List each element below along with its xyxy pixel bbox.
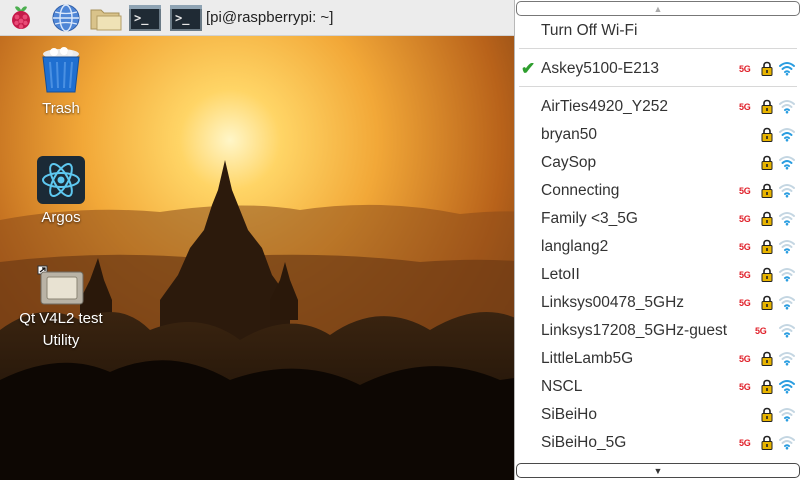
wifi-network-item[interactable]: CaySop <box>515 149 800 177</box>
network-name: NSCL <box>541 378 583 395</box>
wifi-network-item[interactable]: SiBeiHo <box>515 401 800 429</box>
wifi-network-connected[interactable]: ✔ Askey5100-E213 5G <box>515 55 800 83</box>
wifi-network-item[interactable]: Linksys00478_5GHz 5G <box>515 289 800 317</box>
terminal-window-icon: >_ <box>170 4 202 31</box>
lock-icon <box>761 183 773 201</box>
desktop-icon-qt-v4l2[interactable]: Qt V4L2 test Utility <box>6 264 116 352</box>
chevron-up-icon: ▲ <box>653 3 663 14</box>
desktop-icon-label: Argos <box>41 209 81 226</box>
file-manager-button[interactable] <box>88 2 124 33</box>
wifi-signal-weak-icon <box>779 435 795 453</box>
wifi-network-item[interactable]: Linksys17208_5GHz-guest 5G <box>515 317 800 345</box>
lock-icon <box>761 239 773 257</box>
wifi-network-item[interactable]: LittleLamb5G 5G <box>515 345 800 373</box>
wifi-signal-strong-icon <box>779 379 795 397</box>
lock-icon <box>761 435 773 453</box>
camera-device-icon <box>37 265 84 305</box>
wifi-signal-weak-icon <box>779 295 795 313</box>
lock-icon <box>761 351 773 369</box>
wifi-signal-weak-icon <box>779 323 795 341</box>
network-name: CaySop <box>541 154 597 171</box>
web-browser-button[interactable] <box>48 2 84 33</box>
network-name: Connecting <box>541 182 620 199</box>
desktop-icon-argos[interactable]: Argos <box>6 155 116 229</box>
network-name: SiBeiHo <box>541 406 597 423</box>
network-name: Family <3_5G <box>541 210 638 227</box>
wifi-network-item[interactable]: SiBeiHo_5G 5G <box>515 429 800 457</box>
wifi-network-item[interactable]: Family <3_5G 5G <box>515 205 800 233</box>
5g-badge: 5G <box>739 270 751 280</box>
network-name: langlang2 <box>541 238 609 255</box>
5g-badge: 5G <box>739 382 751 392</box>
wifi-signal-weak-icon <box>779 99 795 117</box>
turn-off-wifi-item[interactable]: Turn Off Wi-Fi <box>515 17 800 45</box>
menu-separator <box>519 48 797 49</box>
5g-badge: 5G <box>739 102 751 112</box>
wifi-signal-weak-icon <box>779 211 795 229</box>
folder-icon <box>90 9 122 30</box>
checkmark-icon: ✔ <box>521 59 536 78</box>
window-title: [pi@raspberrypi: ~] <box>206 9 334 26</box>
lock-icon <box>761 211 773 229</box>
lock-icon <box>761 267 773 285</box>
menu-item-label: Turn Off Wi-Fi <box>541 22 638 39</box>
raspberry-pi-menu-button[interactable] <box>4 2 38 33</box>
lock-icon <box>761 99 773 117</box>
wifi-signal-weak-icon <box>779 183 795 201</box>
network-name: LetoII <box>541 266 580 283</box>
lock-icon <box>761 407 773 425</box>
wifi-network-item[interactable]: Connecting 5G <box>515 177 800 205</box>
desktop-icon-label: Trash <box>42 100 80 117</box>
wifi-network-item[interactable]: bryan50 <box>515 121 800 149</box>
taskbar-window-terminal[interactable]: >_ [pi@raspberrypi: ~] <box>170 2 350 33</box>
5g-badge: 5G <box>739 438 751 448</box>
wifi-signal-weak-icon <box>779 239 795 257</box>
scroll-down-button[interactable]: ▼ <box>516 463 800 478</box>
network-name: SiBeiHo_5G <box>541 434 627 451</box>
wifi-network-menu: ▲ Turn Off Wi-Fi ✔ Askey5100-E213 5G Air… <box>514 0 800 480</box>
wifi-signal-weak-icon <box>779 407 795 425</box>
network-name: Linksys17208_5GHz-guest <box>541 322 728 339</box>
lock-icon <box>761 127 773 145</box>
network-name: Linksys00478_5GHz <box>541 294 685 311</box>
wifi-signal-medium-icon <box>779 127 795 145</box>
wifi-signal-medium-icon <box>779 155 795 173</box>
wifi-network-item[interactable]: langlang2 5G <box>515 233 800 261</box>
wifi-signal-weak-icon <box>779 267 795 285</box>
globe-icon <box>52 3 80 32</box>
network-name: bryan50 <box>541 126 598 143</box>
5g-badge: 5G <box>739 354 751 364</box>
lock-icon <box>761 379 773 397</box>
wifi-signal-strong-icon <box>779 61 795 79</box>
lock-icon <box>761 295 773 313</box>
network-name: LittleLamb5G <box>541 350 634 367</box>
terminal-button[interactable]: >_ <box>127 2 163 33</box>
desktop-icon-trash[interactable]: Trash <box>6 46 116 120</box>
lock-icon <box>761 155 773 173</box>
atom-icon <box>37 156 85 204</box>
raspberry-pi-menu-icon <box>12 5 30 29</box>
network-name: AirTies4920_Y252 <box>541 98 668 115</box>
5g-badge: 5G <box>739 298 751 308</box>
5g-badge: 5G <box>739 186 751 196</box>
desktop-icon-label: Qt V4L2 test Utility <box>19 310 103 349</box>
wifi-network-item[interactable]: NSCL 5G <box>515 373 800 401</box>
network-name: Askey5100-E213 <box>541 60 660 77</box>
trash-icon <box>42 47 80 93</box>
5g-badge: 5G <box>755 326 767 336</box>
5g-badge: 5G <box>739 64 751 74</box>
wifi-signal-weak-icon <box>779 351 795 369</box>
wifi-network-item[interactable]: LetoII 5G <box>515 261 800 289</box>
chevron-down-icon: ▼ <box>653 465 663 476</box>
wifi-network-item[interactable]: AirTies4920_Y252 5G <box>515 93 800 121</box>
terminal-icon: >_ <box>129 4 161 31</box>
scroll-up-button[interactable]: ▲ <box>516 1 800 16</box>
menu-separator <box>519 86 797 87</box>
lock-icon <box>761 61 773 79</box>
5g-badge: 5G <box>739 242 751 252</box>
5g-badge: 5G <box>739 214 751 224</box>
